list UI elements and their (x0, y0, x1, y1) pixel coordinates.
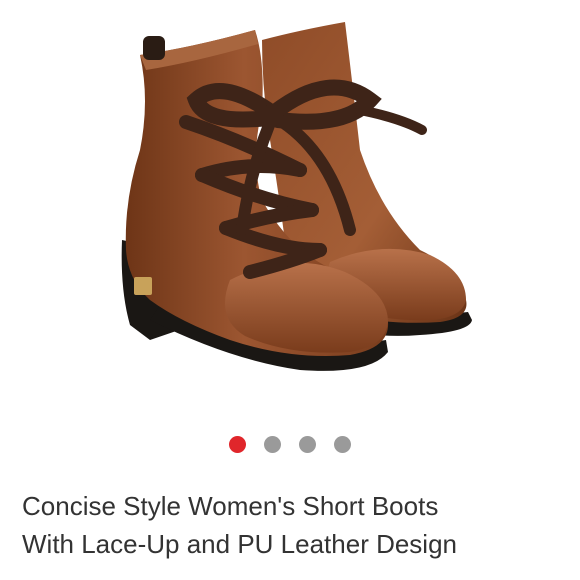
heel-badge (134, 277, 152, 295)
image-pager (0, 434, 580, 454)
product-title-line-1: Concise Style Women's Short Boots (22, 491, 439, 521)
pager-dot-4[interactable] (334, 435, 351, 453)
product-title: Concise Style Women's Short Boots With L… (22, 487, 562, 563)
pager-dot-2[interactable] (264, 435, 281, 453)
boots-image-icon (121, 22, 472, 371)
pull-tab (143, 36, 165, 60)
product-image[interactable] (0, 0, 580, 420)
pager-dot-1[interactable] (229, 435, 246, 453)
lace-knot (262, 104, 282, 124)
product-title-line-2: With Lace-Up and PU Leather Design (22, 529, 458, 559)
pager-dot-3[interactable] (299, 435, 316, 453)
